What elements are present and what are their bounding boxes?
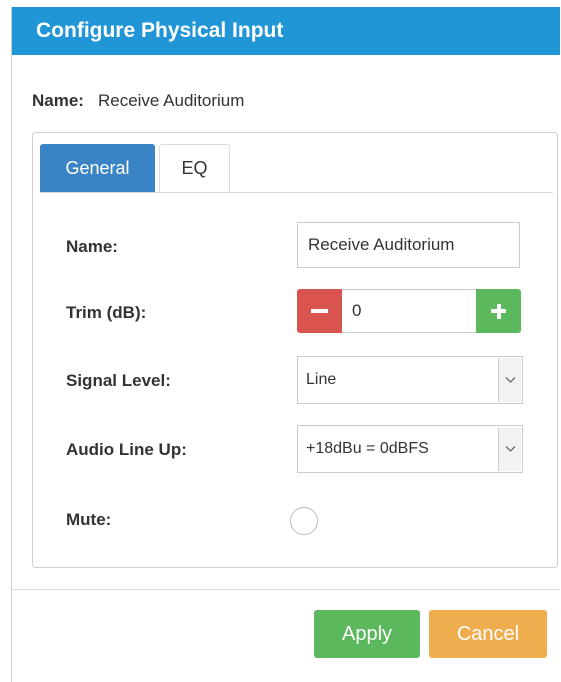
tab-general[interactable]: General [40,144,155,192]
mute-label: Mute: [66,510,112,529]
input-name-label: Name: [32,91,84,110]
signal-level-select[interactable]: Line [297,356,523,404]
dialog-title: Configure Physical Input [36,19,284,42]
cancel-button[interactable]: Cancel [429,610,547,658]
audio-line-up-label: Audio Line Up: [66,440,187,459]
trim-decrement-button[interactable] [297,289,342,333]
trim-increment-button[interactable] [476,289,521,333]
configure-physical-input-dialog: Configure Physical Input Name: Receive Au… [11,7,560,682]
chevron-down-icon[interactable] [498,427,521,471]
trim-label: Trim (dB): [66,303,147,322]
name-input[interactable] [297,222,520,268]
chevron-down-icon[interactable] [498,358,521,402]
signal-level-value: Line [306,371,337,388]
input-name-row: Name: Receive Auditorium [32,91,244,111]
input-name-value: Receive Auditorium [97,91,245,110]
apply-button[interactable]: Apply [314,610,420,658]
tab-eq[interactable]: EQ [159,144,230,192]
settings-panel: General EQ Name: Trim (dB): Signal Level… [32,132,558,568]
tab-bar: General EQ [40,144,553,193]
audio-line-up-value: +18dBu = 0dBFS [306,440,429,457]
mute-radio[interactable] [290,507,318,535]
dialog-titlebar: Configure Physical Input [12,7,560,55]
audio-line-up-select[interactable]: +18dBu = 0dBFS [297,425,523,473]
footer-divider [12,589,560,590]
signal-level-label: Signal Level: [66,371,171,390]
name-field-label: Name: [66,237,118,256]
trim-input[interactable] [342,289,476,333]
